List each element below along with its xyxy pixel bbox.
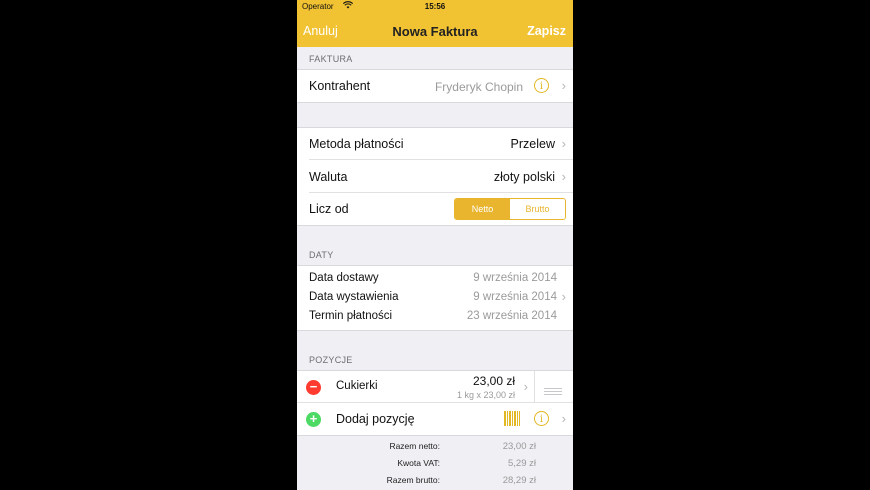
calc-mode-row: Licz od Netto Brutto	[297, 193, 573, 225]
chevron-right-icon: ›	[561, 289, 566, 304]
currency-value: złoty polski	[493, 170, 555, 184]
chevron-right-icon: ›	[523, 379, 528, 394]
item-name: Cukierki	[336, 380, 378, 392]
save-button[interactable]: Zapisz	[527, 24, 566, 38]
net-total-label: Razem netto:	[389, 441, 440, 451]
currency-label: Waluta	[309, 170, 348, 184]
vat-amount-label: Kwota VAT:	[397, 458, 440, 468]
status-time: 15:56	[424, 2, 446, 11]
item-detail: 1 kg x 23,00 zł	[456, 390, 515, 400]
remove-item-icon[interactable]: −	[306, 380, 321, 395]
status-bar: Operator 15:56	[297, 0, 573, 14]
section-header-dates: DATY	[309, 250, 334, 260]
info-icon[interactable]: i	[534, 411, 549, 426]
contractor-value: Fryderyk Chopin	[434, 80, 523, 94]
chevron-right-icon: ›	[561, 136, 566, 151]
payment-group: Metoda płatności Przelew › Waluta złoty …	[297, 127, 573, 226]
gross-total-label: Razem brutto:	[386, 475, 440, 485]
segment-netto[interactable]: Netto	[455, 199, 510, 219]
contractor-label: Kontrahent	[309, 79, 371, 93]
issue-date-label: Data wystawienia	[309, 291, 399, 303]
phone-screen: Operator 15:56 Anuluj Nowa Faktura Zapis…	[297, 0, 573, 490]
add-item-icon[interactable]: +	[306, 412, 321, 427]
dates-group[interactable]: Data dostawy 9 września 2014 Data wystaw…	[297, 265, 573, 331]
chevron-right-icon: ›	[561, 169, 566, 184]
payment-due-value: 23 września 2014	[466, 310, 557, 322]
navigation-bar: Anuluj Nowa Faktura Zapisz	[297, 14, 573, 47]
calc-mode-label: Licz od	[309, 202, 349, 216]
add-item-label: Dodaj pozycję	[336, 412, 415, 426]
section-header-items: POZYCJE	[309, 355, 353, 365]
contractor-row[interactable]: Kontrahent Fryderyk Chopin i ›	[297, 70, 573, 102]
currency-row[interactable]: Waluta złoty polski ›	[297, 160, 573, 193]
reorder-handle-icon[interactable]	[544, 382, 562, 400]
netto-brutto-segmented-control: Netto Brutto	[454, 198, 566, 220]
payment-method-value: Przelew	[510, 137, 555, 151]
payment-method-row[interactable]: Metoda płatności Przelew ›	[297, 128, 573, 160]
barcode-icon[interactable]	[504, 411, 520, 431]
item-price: 23,00 zł	[472, 374, 515, 388]
vat-amount-value: 5,29 zł	[508, 458, 536, 469]
info-icon[interactable]: i	[534, 78, 549, 93]
segment-brutto[interactable]: Brutto	[510, 199, 565, 219]
section-header-invoice: FAKTURA	[309, 54, 353, 64]
issue-date-value: 9 września 2014	[473, 291, 557, 303]
payment-due-label: Termin płatności	[309, 310, 393, 322]
gross-total-value: 28,29 zł	[502, 475, 536, 486]
net-total-value: 23,00 zł	[502, 441, 536, 452]
list-item[interactable]: − Cukierki 23,00 zł 1 kg x 23,00 zł ›	[297, 371, 573, 403]
chevron-right-icon: ›	[561, 78, 566, 93]
items-group: − Cukierki 23,00 zł 1 kg x 23,00 zł › + …	[297, 370, 573, 436]
divider	[534, 371, 535, 403]
delivery-date-value: 9 września 2014	[473, 272, 557, 284]
invoice-group: Kontrahent Fryderyk Chopin i ›	[297, 69, 573, 103]
chevron-right-icon: ›	[561, 411, 566, 426]
delivery-date-label: Data dostawy	[309, 272, 379, 284]
payment-method-label: Metoda płatności	[309, 137, 404, 151]
add-item-row[interactable]: + Dodaj pozycję i ›	[297, 403, 573, 435]
